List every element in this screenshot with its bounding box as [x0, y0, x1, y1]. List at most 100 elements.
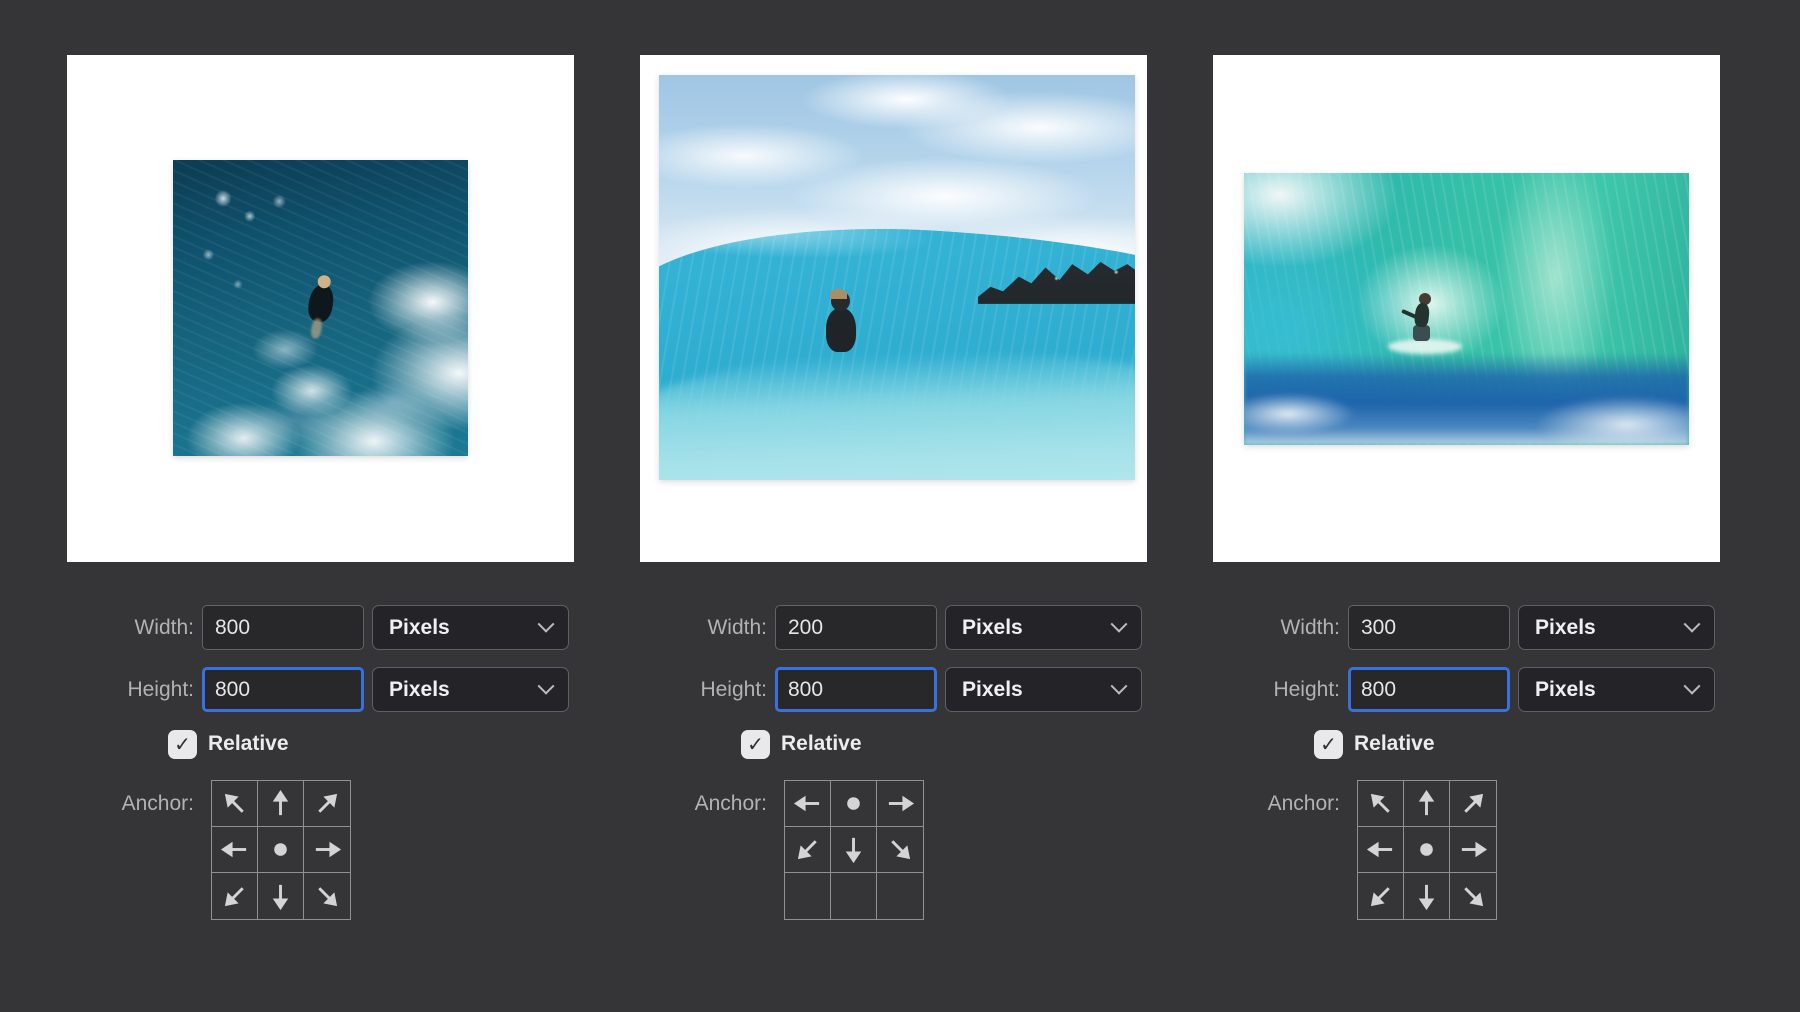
width-unit-dropdown[interactable]: Pixels: [372, 605, 569, 650]
photo-barrel-wave-surfer: [1244, 173, 1689, 445]
height-row: Height: Pixels: [1213, 667, 1720, 712]
chevron-down-icon: [1684, 677, 1701, 694]
relative-label: Relative: [208, 732, 289, 756]
anchor-cell-sw[interactable]: [1358, 873, 1404, 919]
canvas-size-demo-page: { "colors": { "page_background": "#35353…: [0, 0, 1800, 1012]
chevron-down-icon: [1684, 615, 1701, 632]
anchor-cell-s[interactable]: [258, 873, 304, 919]
height-label: Height:: [67, 678, 194, 702]
anchor-cell-ne[interactable]: [304, 781, 350, 827]
anchor-cell-w[interactable]: [212, 827, 258, 873]
anchor-cell-se[interactable]: [1450, 873, 1496, 919]
anchor-cell-dot[interactable]: [258, 827, 304, 873]
canvas-size-panel-1: Width: Pixels Height: Pixels ✓ Relative …: [67, 55, 574, 920]
controls-1: Width: Pixels Height: Pixels ✓ Relative …: [67, 605, 574, 920]
height-unit-dropdown[interactable]: Pixels: [1518, 667, 1715, 712]
anchor-row: Anchor:: [1213, 780, 1720, 920]
anchor-label: Anchor:: [640, 780, 767, 827]
anchor-row: Anchor:: [67, 780, 574, 920]
controls-2: Width: Pixels Height: Pixels ✓ Relative …: [640, 605, 1147, 920]
controls-3: Width: Pixels Height: Pixels ✓ Relative …: [1213, 605, 1720, 920]
height-unit-dropdown[interactable]: Pixels: [945, 667, 1142, 712]
canvas-size-panel-3: Width: Pixels Height: Pixels ✓ Relative …: [1213, 55, 1720, 920]
board-foam: [1388, 339, 1462, 354]
width-input[interactable]: [1348, 605, 1510, 650]
relative-checkbox[interactable]: ✓: [168, 730, 197, 759]
chevron-down-icon: [538, 677, 555, 694]
width-label: Width:: [1213, 616, 1340, 640]
anchor-cell-n[interactable]: [1404, 781, 1450, 827]
image-canvas-2: [640, 55, 1147, 562]
anchor-label: Anchor:: [67, 780, 194, 827]
width-input[interactable]: [202, 605, 364, 650]
check-icon: ✓: [747, 734, 764, 754]
width-input[interactable]: [775, 605, 937, 650]
height-unit-value: Pixels: [389, 678, 450, 702]
anchor-cell-e[interactable]: [304, 827, 350, 873]
relative-row: ✓ Relative: [1314, 729, 1720, 759]
anchor-cell-nw[interactable]: [212, 781, 258, 827]
anchor-cell-s[interactable]: [831, 827, 877, 873]
anchor-grid: [784, 780, 924, 920]
anchor-grid: [1357, 780, 1497, 920]
anchor-cell-empty[interactable]: [785, 873, 831, 919]
width-unit-dropdown[interactable]: Pixels: [945, 605, 1142, 650]
swimmer-figure: [826, 308, 856, 352]
anchor-grid: [211, 780, 351, 920]
relative-checkbox[interactable]: ✓: [1314, 730, 1343, 759]
anchor-cell-sw[interactable]: [212, 873, 258, 919]
height-unit-value: Pixels: [962, 678, 1023, 702]
anchor-cell-empty[interactable]: [831, 873, 877, 919]
height-unit-value: Pixels: [1535, 678, 1596, 702]
relative-label: Relative: [781, 732, 862, 756]
height-input[interactable]: [1348, 667, 1510, 712]
surfer-arm: [1401, 309, 1422, 321]
foreground-wave: [1244, 353, 1689, 445]
chevron-down-icon: [1111, 615, 1128, 632]
height-row: Height: Pixels: [640, 667, 1147, 712]
anchor-cell-ne[interactable]: [1450, 781, 1496, 827]
width-unit-value: Pixels: [1535, 616, 1596, 640]
height-input[interactable]: [202, 667, 364, 712]
height-label: Height:: [640, 678, 767, 702]
chevron-down-icon: [538, 615, 555, 632]
height-label: Height:: [1213, 678, 1340, 702]
photo-aerial-surfer: [173, 160, 468, 456]
relative-label: Relative: [1354, 732, 1435, 756]
width-label: Width:: [67, 616, 194, 640]
anchor-cell-se[interactable]: [877, 827, 923, 873]
relative-checkbox[interactable]: ✓: [741, 730, 770, 759]
width-unit-dropdown[interactable]: Pixels: [1518, 605, 1715, 650]
image-canvas-1: [67, 55, 574, 562]
chevron-down-icon: [1111, 677, 1128, 694]
anchor-cell-n[interactable]: [258, 781, 304, 827]
surfer-figure: [1404, 293, 1440, 355]
anchor-cell-se[interactable]: [304, 873, 350, 919]
height-unit-dropdown[interactable]: Pixels: [372, 667, 569, 712]
image-canvas-3: [1213, 55, 1720, 562]
anchor-label: Anchor:: [1213, 780, 1340, 827]
anchor-cell-sw[interactable]: [785, 827, 831, 873]
relative-row: ✓ Relative: [741, 729, 1147, 759]
anchor-cell-empty[interactable]: [877, 873, 923, 919]
height-input[interactable]: [775, 667, 937, 712]
anchor-cell-w[interactable]: [785, 781, 831, 827]
height-row: Height: Pixels: [67, 667, 574, 712]
anchor-cell-nw[interactable]: [1358, 781, 1404, 827]
relative-row: ✓ Relative: [168, 729, 574, 759]
width-label: Width:: [640, 616, 767, 640]
anchor-row: Anchor:: [640, 780, 1147, 920]
anchor-cell-dot[interactable]: [831, 781, 877, 827]
photo-swimmer-in-swell: [659, 75, 1135, 480]
check-icon: ✓: [174, 734, 191, 754]
anchor-cell-e[interactable]: [877, 781, 923, 827]
anchor-cell-dot[interactable]: [1404, 827, 1450, 873]
anchor-cell-w[interactable]: [1358, 827, 1404, 873]
width-row: Width: Pixels: [640, 605, 1147, 650]
anchor-cell-s[interactable]: [1404, 873, 1450, 919]
anchor-cell-e[interactable]: [1450, 827, 1496, 873]
width-row: Width: Pixels: [67, 605, 574, 650]
width-unit-value: Pixels: [389, 616, 450, 640]
surfer-figure: [306, 283, 336, 325]
check-icon: ✓: [1320, 734, 1337, 754]
